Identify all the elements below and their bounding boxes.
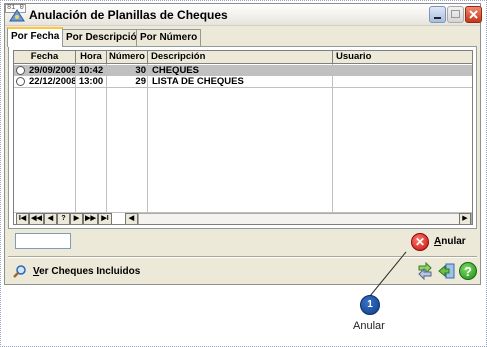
cell-usuario <box>336 65 471 76</box>
nav-first-button[interactable]: I◀ <box>16 213 29 224</box>
header-usuario[interactable]: Usuario <box>333 51 472 64</box>
title-bar[interactable]: 81 0 Anulación de Planillas de Cheques <box>5 4 482 26</box>
header-hora[interactable]: Hora <box>76 51 107 64</box>
nav-prev-page-button[interactable]: ◀◀ <box>29 213 44 224</box>
anular-button[interactable]: ✕ Anular <box>411 233 471 253</box>
grid-navigator: I◀ ◀◀ ◀ ? ▶ ▶▶ ▶I ◀ ▶ <box>14 212 472 224</box>
cell-descripcion: CHEQUES <box>152 65 199 76</box>
maximize-icon <box>451 10 460 18</box>
close-icon <box>469 10 478 19</box>
header-descripcion[interactable]: Descripción <box>148 51 333 64</box>
cell-fecha: 29/09/2009 <box>29 65 75 76</box>
magnifier-icon <box>13 265 26 278</box>
row-radio[interactable] <box>16 77 25 86</box>
close-button[interactable] <box>465 6 482 23</box>
cheques-grid[interactable]: Fecha Hora Número Descripción Usuario 29… <box>13 50 473 225</box>
table-row[interactable]: 29/09/2009 10:42 30 CHEQUES <box>14 65 472 76</box>
cell-fecha: 22/12/2008 <box>29 76 75 87</box>
cancel-x-icon: ✕ <box>411 233 429 251</box>
cell-numero: 29 <box>135 76 146 87</box>
header-numero[interactable]: Número <box>107 51 148 64</box>
maximize-button[interactable] <box>447 6 464 23</box>
minimize-icon <box>434 17 441 19</box>
minimize-button[interactable] <box>429 6 446 23</box>
dialog-window: 81 0 Anulación de Planillas de Cheques P… <box>4 3 482 285</box>
refresh-icon[interactable] <box>416 262 434 280</box>
scroll-left-button[interactable]: ◀ <box>125 213 138 224</box>
tab-por-numero[interactable]: Por Número <box>136 29 202 47</box>
ver-cheques-label: Ver Cheques Incluidos <box>33 266 140 277</box>
cell-numero: 30 <box>135 65 146 76</box>
row-divider <box>14 87 472 88</box>
exit-door-icon[interactable] <box>438 262 456 280</box>
tab-panel: Fecha Hora Número Descripción Usuario 29… <box>8 46 477 229</box>
callout-label: Anular <box>353 320 385 332</box>
horizontal-scrollbar[interactable]: ▶ <box>138 213 472 224</box>
nav-next-button[interactable]: ▶ <box>70 213 83 224</box>
cell-hora: 10:42 <box>78 65 104 76</box>
tab-por-descripcion[interactable]: Por Descripción <box>62 29 147 47</box>
cell-descripcion: LISTA DE CHEQUES <box>152 76 244 87</box>
app-icon <box>9 9 25 22</box>
tab-por-fecha[interactable]: Por Fecha <box>7 27 64 47</box>
ver-label-rest: er Cheques Incluidos <box>39 266 141 277</box>
nav-prev-button[interactable]: ◀ <box>44 213 57 224</box>
table-row[interactable]: 22/12/2008 13:00 29 LISTA DE CHEQUES <box>14 76 472 87</box>
anular-label-rest: nular <box>441 236 466 247</box>
separator <box>8 256 477 258</box>
callout-badge: 1 <box>360 295 380 315</box>
nav-next-page-button[interactable]: ▶▶ <box>83 213 98 224</box>
status-input[interactable] <box>15 233 71 249</box>
anular-label: Anular <box>434 236 466 247</box>
cell-usuario <box>336 76 471 87</box>
header-fecha[interactable]: Fecha <box>14 51 76 64</box>
cell-hora: 13:00 <box>78 76 104 87</box>
scroll-right-button[interactable]: ▶ <box>459 213 471 224</box>
nav-find-button[interactable]: ? <box>57 213 70 224</box>
nav-last-button[interactable]: ▶I <box>98 213 112 224</box>
help-icon[interactable]: ? <box>459 262 477 280</box>
row-radio[interactable] <box>16 66 25 75</box>
window-title: Anulación de Planillas de Cheques <box>29 8 228 22</box>
